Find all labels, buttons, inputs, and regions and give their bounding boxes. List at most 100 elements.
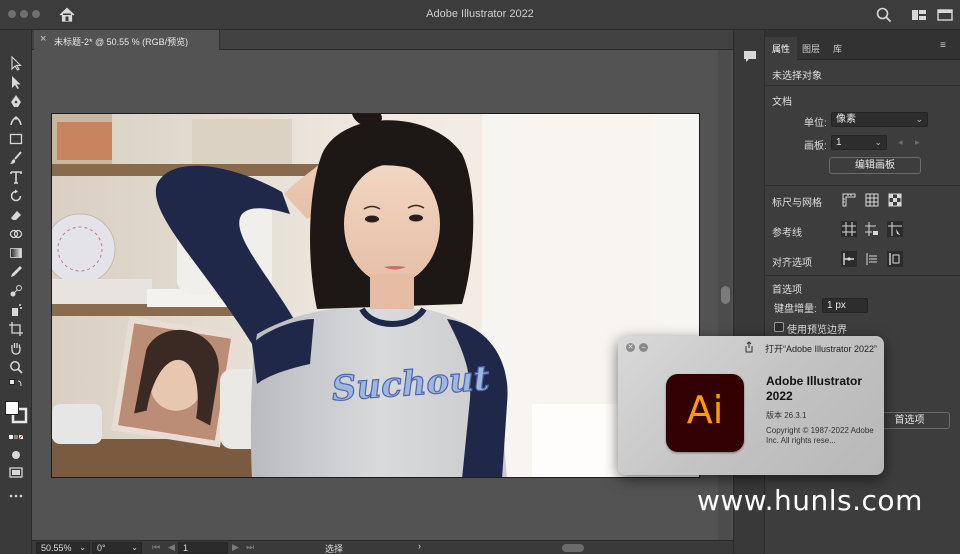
keyboard-increment-label: 键盘增量: [774,304,817,315]
copyright-text: Copyright © 1987-2022 Adobe Inc. All rig… [766,426,874,445]
edit-artboards-button[interactable]: 编辑画板 [829,157,921,174]
units-label: 单位: [804,118,827,129]
chevron-down-icon: ⌄ [874,137,882,147]
document-tab-title: 未标题-2* @ 50.55 % (RGB/预览) [54,37,189,47]
chevron-down-icon: ⌄ [79,543,86,552]
collapsed-panel-dock [733,30,765,554]
keyboard-increment-value: 1 px [827,300,846,311]
smart-guides-icon[interactable] [887,221,903,237]
snap-to-pixel-icon[interactable] [864,251,880,267]
snap-options-label: 对齐选项 [772,258,812,269]
previous-artboard-icon[interactable]: ◂ [898,137,903,148]
use-preview-bounds-label: 使用预览边界 [787,325,847,336]
watermark: www.hunls.com [697,484,923,517]
open-app-link[interactable]: 打开“Adobe Illustrator 2022” [765,342,877,355]
snap-to-glyph-icon[interactable] [887,251,903,267]
illustrator-logo: Ai [666,374,744,452]
share-icon[interactable] [744,341,754,353]
transparency-grid-icon[interactable] [887,192,903,208]
logo-text: Ai [686,388,724,432]
chevron-down-icon: ⌄ [131,543,138,552]
status-menu-arrow-icon[interactable]: › [418,541,421,551]
artboard-navigator[interactable]: 1 [178,542,228,554]
artboard-index-value: 1 [183,543,189,553]
zoom-level-value: 50.55% [41,543,72,553]
blend-tool-icon[interactable] [8,283,24,299]
color-none-modes-icon[interactable] [8,430,24,446]
current-tool-label[interactable]: 选择 [325,542,343,554]
minimize-dialog-icon[interactable]: – [639,343,648,352]
snap-to-point-icon[interactable] [841,251,857,267]
artboard-canvas[interactable]: Suchout [51,113,700,478]
units-value: 像素 [836,114,856,125]
ruler-icon[interactable] [841,192,857,208]
shape-builder-tool-icon[interactable] [8,226,24,242]
guides-label: 参考线 [772,228,802,239]
chevron-down-icon: ⌄ [915,114,923,124]
keyboard-increment-input[interactable]: 1 px [822,298,868,313]
panel-tabs: 属性 图层 库 ≡ [765,30,960,60]
next-artboard-icon[interactable]: ▶ [232,542,239,553]
tab-layers[interactable]: 图层 [802,42,820,55]
rotate-tool-icon[interactable] [8,188,24,204]
symbol-sprayer-tool-icon[interactable] [8,302,24,318]
eraser-tool-icon[interactable] [8,207,24,223]
hand-tool-icon[interactable] [8,340,24,356]
pen-tool-icon[interactable] [8,93,24,109]
show-guides-icon[interactable] [841,221,857,237]
preferences-section-title: 首选项 [772,285,802,296]
fill-stroke-swatch-icon[interactable] [4,400,28,424]
last-artboard-icon[interactable]: ⏭ [246,542,254,553]
more-tools-icon[interactable] [8,488,24,504]
rotation-field[interactable]: 0° ⌄ [92,542,142,554]
tab-properties[interactable]: 属性 [772,42,790,55]
document-section-title: 文档 [772,97,792,108]
tab-libraries[interactable]: 库 [833,42,842,55]
direct-selection-tool-icon[interactable] [8,74,24,90]
document-tab[interactable]: × 未标题-2* @ 50.55 % (RGB/预览) [34,30,220,50]
selection-tool-icon[interactable] [8,55,24,71]
drawing-modes-icon[interactable] [8,447,24,463]
tools-panel [0,30,32,554]
swap-fill-stroke-icon[interactable] [8,378,24,394]
units-select[interactable]: 像素 ⌄ [831,112,928,127]
screen-mode-icon[interactable] [8,464,24,480]
zoom-tool-icon[interactable] [8,359,24,375]
search-icon[interactable] [875,6,893,24]
zoom-level-field[interactable]: 50.55% ⌄ [36,542,90,554]
previous-artboard-icon[interactable]: ◀ [168,542,175,553]
about-dialog: ✕ – 打开“Adobe Illustrator 2022” Ai Adobe … [618,336,884,475]
scrollbar-thumb[interactable] [721,286,730,304]
artboard-tool-icon[interactable] [8,321,24,337]
panel-menu-icon[interactable]: ≡ [940,40,946,51]
grid-icon[interactable] [864,192,880,208]
type-tool-icon[interactable] [8,169,24,185]
first-artboard-icon[interactable]: ⏮ [152,542,160,553]
close-dialog-icon[interactable]: ✕ [626,343,635,352]
properties-panel: 属性 图层 库 ≡ 未选择对象 文档 单位: 像素 ⌄ 画板: 1 ⌄ ◂ ▸ … [765,30,960,554]
app-title: Adobe Illustrator 2022 [426,8,534,20]
horizontal-scrollbar-thumb[interactable] [562,544,584,552]
version-label: 版本 26.3.1 [766,411,807,420]
use-preview-bounds-checkbox[interactable] [774,322,784,332]
status-bar: 50.55% ⌄ 0° ⌄ ⏮ ◀ 1 ▶ ⏭ 选择 › [32,540,733,554]
rectangle-tool-icon[interactable] [8,131,24,147]
next-artboard-icon[interactable]: ▸ [915,137,920,148]
close-tab-icon[interactable]: × [40,33,46,45]
document-tab-bar: × 未标题-2* @ 50.55 % (RGB/预览) [32,30,733,50]
rulers-grids-label: 标尺与网格 [772,198,822,209]
artboard-label: 画板: [804,141,827,152]
comments-icon[interactable] [742,48,758,64]
eyedropper-tool-icon[interactable] [8,264,24,280]
workspace-layout-icon[interactable] [910,6,928,24]
title-bar: Adobe Illustrator 2022 [0,0,960,30]
no-selection-label: 未选择对象 [772,71,822,82]
product-name: Adobe Illustrator 2022 [766,374,863,403]
lock-guides-icon[interactable] [864,221,880,237]
curvature-tool-icon[interactable] [8,112,24,128]
arrange-documents-icon[interactable] [936,6,954,24]
paintbrush-tool-icon[interactable] [8,150,24,166]
artboard-value: 1 [836,137,842,148]
gradient-tool-icon[interactable] [8,245,24,261]
artboard-select[interactable]: 1 ⌄ [831,135,887,150]
